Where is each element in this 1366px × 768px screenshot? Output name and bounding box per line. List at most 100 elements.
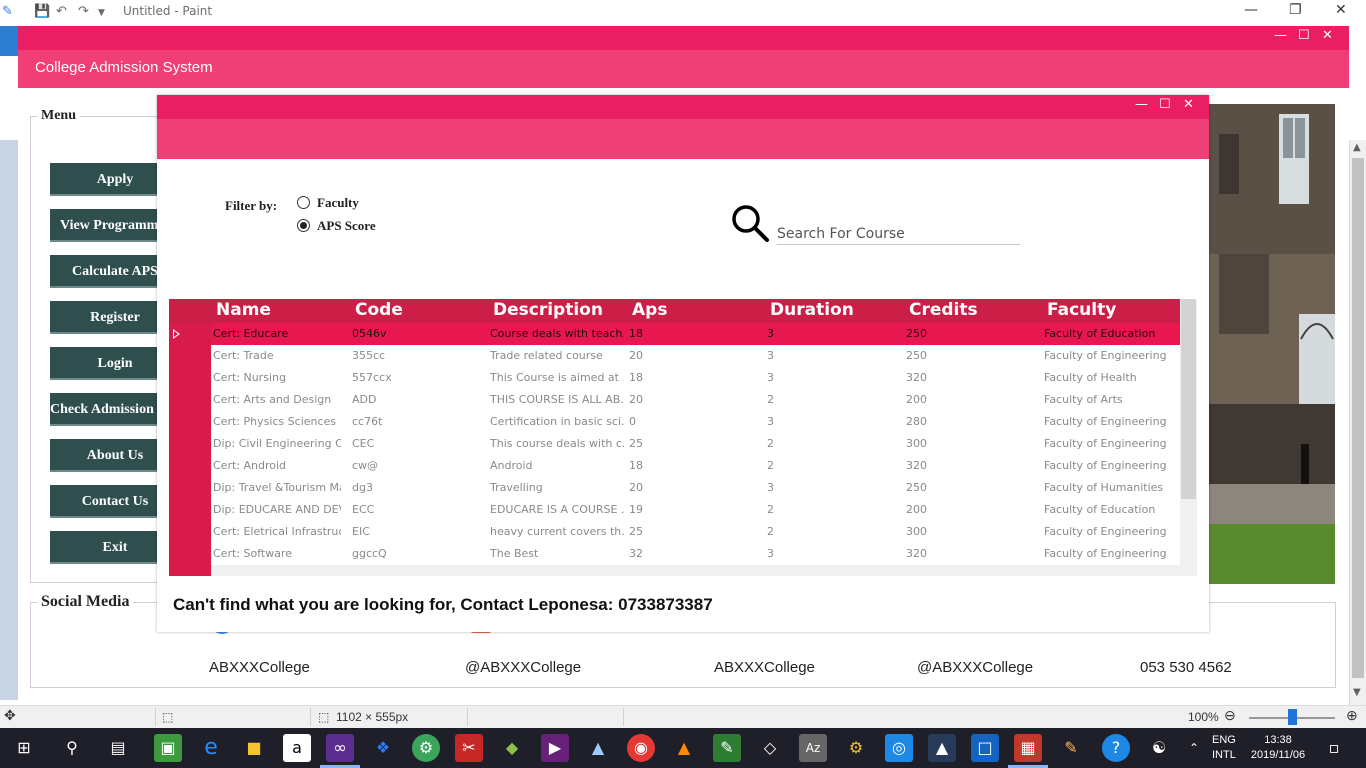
dialog-minimize-button[interactable]: — (1135, 97, 1148, 112)
cell-duration[interactable]: 3 (767, 415, 895, 428)
cell-name[interactable]: Dip: EDUCARE AND DEV... (213, 503, 341, 516)
cell-aps[interactable]: 32 (629, 547, 757, 560)
faculty-radio[interactable] (297, 196, 310, 209)
cell-faculty[interactable]: Faculty of Education (1044, 503, 1174, 516)
language-indicator[interactable]: ENG INTL (1212, 733, 1236, 763)
cell-credits[interactable]: 250 (906, 349, 1034, 362)
cell-code[interactable]: cw@ (352, 459, 480, 472)
paint-taskbar-icon[interactable]: ✎ (1057, 734, 1085, 762)
show-hidden-icons-icon[interactable]: ⌃ (1180, 734, 1208, 762)
dialog-close-button[interactable]: ✕ (1183, 97, 1194, 112)
table-row[interactable]: Cert: Eletrical Infrastruct... EIC heavy c… (211, 521, 1180, 543)
cell-duration[interactable]: 3 (767, 371, 895, 384)
cell-aps[interactable]: 18 (629, 459, 757, 472)
table-row[interactable]: Cert: Physics Sciences cc76t Certification… (211, 411, 1180, 433)
scroll-up-icon[interactable]: ▲ (1353, 142, 1361, 153)
store-icon[interactable]: ▣ (154, 734, 182, 762)
cell-aps[interactable]: 18 (629, 371, 757, 384)
table-row[interactable]: Cert: Software ggccQ The Best 32 3 320 Faculty… (211, 543, 1180, 565)
app-close-button[interactable]: ✕ (1322, 28, 1333, 43)
faculty-radio-label[interactable]: Faculty (317, 195, 359, 211)
cell-name[interactable]: Cert: Trade (213, 349, 341, 362)
file-explorer-icon[interactable]: ■ (240, 734, 268, 762)
designer-app-icon[interactable]: □ (971, 734, 999, 762)
cell-name[interactable]: Dip: Civil Engineering C... (213, 437, 341, 450)
col-faculty-header[interactable]: Faculty (1047, 300, 1116, 320)
cell-credits[interactable]: 250 (906, 327, 1034, 340)
cell-name[interactable]: Cert: Android (213, 459, 341, 472)
aps-score-radio-label[interactable]: APS Score (317, 218, 376, 234)
customize-quick-access-icon[interactable]: ▼ (98, 8, 105, 18)
table-row[interactable]: Cert: Nursing 557ccx This Course is aimed … (211, 367, 1180, 389)
cell-code[interactable]: ADD (352, 393, 480, 406)
spreadsheet-app-icon[interactable]: ✎ (713, 734, 741, 762)
cell-duration[interactable]: 2 (767, 503, 895, 516)
cell-credits[interactable]: 280 (906, 415, 1034, 428)
cell-faculty[interactable]: Faculty of Engineering (1044, 547, 1174, 560)
cell-description[interactable]: Travelling (490, 481, 624, 494)
cell-name[interactable]: Cert: Physics Sciences (213, 415, 341, 428)
tool-app-icon[interactable]: ⚙ (842, 734, 870, 762)
cell-name[interactable]: Cert: Arts and Design (213, 393, 341, 406)
start-icon[interactable]: ⊞ (10, 734, 38, 762)
table-row[interactable]: Cert: Trade 355cc Trade related course 20 3 2… (211, 345, 1180, 367)
col-name-header[interactable]: Name (216, 300, 271, 320)
aps-score-radio[interactable] (297, 219, 310, 232)
cell-credits[interactable]: 200 (906, 393, 1034, 406)
help-icon[interactable]: ? (1102, 734, 1130, 762)
cell-aps[interactable]: 19 (629, 503, 757, 516)
table-row[interactable]: Dip: EDUCARE AND DEV... ECC EDUCARE IS A C… (211, 499, 1180, 521)
clock[interactable]: 13:38 2019/11/06 (1249, 733, 1307, 763)
cell-description[interactable]: Android (490, 459, 624, 472)
cell-code[interactable]: CEC (352, 437, 480, 450)
redo-icon[interactable]: ↷ (78, 4, 89, 19)
amazon-icon[interactable]: a (283, 734, 311, 762)
cell-faculty[interactable]: Faculty of Humanities (1044, 481, 1174, 494)
cell-name[interactable]: Cert: Nursing (213, 371, 341, 384)
cell-description[interactable]: EDUCARE IS A COURSE ... (490, 503, 624, 516)
cell-code[interactable]: EIC (352, 525, 480, 538)
cell-name[interactable]: Cert: Eletrical Infrastruct... (213, 525, 341, 538)
dropbox-icon[interactable]: ❖ (369, 734, 397, 762)
col-code-header[interactable]: Code (355, 300, 403, 320)
cell-code[interactable]: 557ccx (352, 371, 480, 384)
cell-faculty[interactable]: Faculty of Arts (1044, 393, 1174, 406)
search-taskbar-icon[interactable]: ⚲ (58, 734, 86, 762)
cell-code[interactable]: cc76t (352, 415, 480, 428)
zoom-in-icon[interactable]: ⊕ (1346, 707, 1358, 724)
scissors-tool-icon[interactable]: ✂ (455, 734, 483, 762)
cell-faculty[interactable]: Faculty of Health (1044, 371, 1174, 384)
cell-credits[interactable]: 300 (906, 525, 1034, 538)
cell-code[interactable]: dg3 (352, 481, 480, 494)
cell-credits[interactable]: 300 (906, 437, 1034, 450)
cell-aps[interactable]: 20 (629, 393, 757, 406)
cell-faculty[interactable]: Faculty of Engineering (1044, 525, 1174, 538)
scroll-thumb[interactable] (1352, 158, 1364, 678)
cell-faculty[interactable]: Faculty of Engineering (1044, 415, 1174, 428)
azure-app-icon[interactable]: Az (799, 734, 827, 762)
cell-aps[interactable]: 18 (629, 327, 757, 340)
cell-duration[interactable]: 3 (767, 349, 895, 362)
cube-app-icon[interactable]: ▲ (584, 734, 612, 762)
cell-description[interactable]: This Course is aimed at ... (490, 371, 624, 384)
cell-credits[interactable]: 200 (906, 503, 1034, 516)
task-view-icon[interactable]: ▤ (104, 734, 132, 762)
cell-description[interactable]: This course deals with c... (490, 437, 624, 450)
table-row[interactable]: Dip: Civil Engineering C... CEC This cours… (211, 433, 1180, 455)
cell-duration[interactable]: 2 (767, 525, 895, 538)
cell-duration[interactable]: 2 (767, 393, 895, 406)
dialog-maximize-button[interactable]: ☐ (1159, 97, 1171, 112)
notifications-icon[interactable]: ▫ (1320, 734, 1348, 762)
courses-grid[interactable]: Name Code Description Aps Duration Credi… (169, 299, 1197, 576)
cell-description[interactable]: THIS COURSE IS ALL AB... (490, 393, 624, 406)
cell-duration[interactable]: 3 (767, 481, 895, 494)
grid-vertical-scrollbar[interactable] (1180, 299, 1197, 576)
cell-duration[interactable]: 3 (767, 547, 895, 560)
edge-icon[interactable]: e (197, 734, 225, 762)
cell-duration[interactable]: 2 (767, 437, 895, 450)
cell-faculty[interactable]: Faculty of Engineering (1044, 349, 1174, 362)
undo-icon[interactable]: ↶ (56, 4, 67, 19)
cell-code[interactable]: 355cc (352, 349, 480, 362)
cell-aps[interactable]: 25 (629, 525, 757, 538)
people-icon[interactable]: ☯ (1145, 734, 1173, 762)
